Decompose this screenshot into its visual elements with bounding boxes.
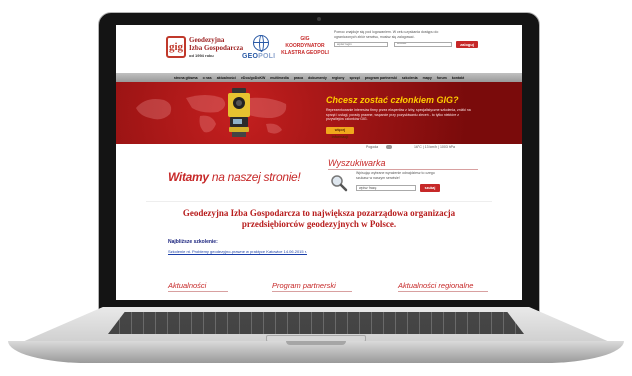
- world-map-icon: [136, 95, 287, 134]
- geopoli-logo[interactable]: GEOPOLI: [242, 53, 275, 60]
- welcome-bold: Witamy: [168, 170, 209, 184]
- training-heading: Najbliższe szkolenie:: [168, 239, 218, 245]
- logo-line1: Geodezyjna: [189, 36, 225, 44]
- intro-text: Geodezyjna Izba Gospodarcza to największ…: [182, 208, 456, 229]
- nav-item-training[interactable]: szkolenia: [399, 76, 420, 80]
- nav-item-about[interactable]: o nas: [200, 76, 214, 80]
- total-station-icon: [228, 88, 250, 137]
- welcome-heading: Witamy na naszej stronie!: [168, 170, 301, 184]
- weather-bar: Pogoda 16°C | 13 km/h | 1003 hPa: [116, 144, 522, 151]
- nav-item-multimedia[interactable]: multimedia: [268, 76, 291, 80]
- nav-item-edoc[interactable]: eDoc/goDoKW: [238, 76, 267, 80]
- training-link[interactable]: Szkolenie nt. Problemy geodezyjno-prawne…: [168, 249, 307, 254]
- section-news[interactable]: Aktualności: [168, 281, 206, 290]
- login-field[interactable]: wpisz login: [334, 42, 388, 47]
- login-button[interactable]: zaloguj: [456, 41, 478, 48]
- section-partner[interactable]: Program partnerski: [272, 281, 336, 290]
- nav-item-partner[interactable]: program partnerski: [362, 76, 399, 80]
- nav-item-news[interactable]: aktualności: [214, 76, 238, 80]
- search-divider: [328, 169, 478, 170]
- geopoli-suffix: POLI: [258, 53, 276, 60]
- search-icon: [331, 175, 348, 192]
- section-partner-line: [272, 291, 352, 292]
- nav-item-forum[interactable]: forum: [434, 76, 449, 80]
- section-news-line: [168, 291, 228, 292]
- gig-line2: KOORDYNATOR: [285, 43, 325, 49]
- nav-item-regions[interactable]: regiony: [329, 76, 347, 80]
- more-info-button[interactable]: więcej informacji: [326, 127, 354, 139]
- membership-banner: Chcesz zostać członkiem GIG? Reprezentow…: [116, 82, 522, 144]
- main-nav: strona główna o nas aktualności eDoc/goD…: [116, 73, 522, 82]
- keyboard: [108, 312, 524, 334]
- password-field[interactable]: ********: [394, 42, 452, 47]
- gig-logo-icon[interactable]: gig: [166, 36, 186, 58]
- camera-icon: [317, 17, 321, 21]
- globe-icon: [253, 35, 269, 52]
- logo-line3: od 1994 roku: [189, 53, 214, 58]
- logo-line2: Izba Gospodarcza: [189, 44, 244, 52]
- nav-item-contact[interactable]: kontakt: [449, 76, 466, 80]
- gig-line3: KLASTRA GEOPOLI: [281, 50, 329, 56]
- search-description: Wpisując wybrane wyrażenie odnajdziesz t…: [356, 171, 435, 180]
- login-note: Pomoc znajduje się pod logowaniem. W cel…: [334, 30, 439, 39]
- nav-item-documents[interactable]: dokumenty: [306, 76, 330, 80]
- section-regional-news[interactable]: Aktualności regionalne: [398, 281, 473, 290]
- search-input[interactable]: wpisz frazę: [356, 185, 416, 191]
- geopoli-prefix: GEO: [242, 53, 259, 60]
- site-header: gig Geodezyjna Izba Gospodarcza od 1994 …: [116, 25, 522, 73]
- section-divider: [146, 201, 492, 202]
- banner-description: Reprezentowanie interesów firmy przez ek…: [326, 108, 471, 121]
- gig-line1: GIG: [300, 36, 310, 42]
- search-heading: Wyszukiwarka: [328, 158, 386, 168]
- browser-screen: gig Geodezyjna Izba Gospodarcza od 1994 …: [116, 25, 522, 300]
- nav-item-jobs[interactable]: praca: [291, 76, 305, 80]
- banner-title: Chcesz zostać członkiem GIG?: [326, 95, 459, 105]
- laptop-mockup: gig Geodezyjna Izba Gospodarcza od 1994 …: [0, 0, 632, 376]
- weather-value: 16°C | 13 km/h | 1003 hPa: [414, 145, 455, 149]
- nav-item-equipment[interactable]: sprzęt: [347, 76, 362, 80]
- weather-label: Pogoda: [366, 145, 379, 149]
- section-regional-line: [398, 291, 488, 292]
- lid-notch: [286, 341, 346, 345]
- nav-item-home[interactable]: strona główna: [171, 76, 200, 80]
- welcome-rest: na naszej stronie!: [208, 170, 301, 184]
- nav-item-maps[interactable]: mapy: [420, 76, 434, 80]
- search-button[interactable]: szukaj: [420, 184, 440, 192]
- cloud-icon: [386, 145, 392, 149]
